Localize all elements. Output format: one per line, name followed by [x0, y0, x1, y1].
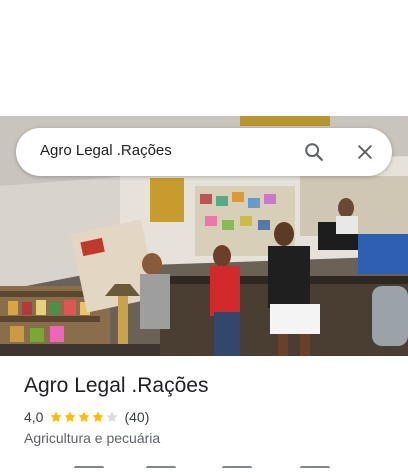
action-icon-partial [146, 466, 176, 472]
search-button[interactable] [302, 140, 326, 164]
clear-search-button[interactable] [353, 140, 377, 164]
action-buttons-row-partial [0, 466, 408, 472]
search-input[interactable]: Agro Legal .Rações [40, 142, 172, 159]
star-empty-icon [106, 411, 119, 423]
star-filled-icon [50, 411, 63, 423]
rating-stars [49, 410, 119, 424]
place-info-panel[interactable]: Agro Legal .Rações 4,0 (40) Agricultura … [24, 372, 394, 446]
star-filled-icon [92, 411, 105, 423]
action-icon-partial [300, 466, 330, 472]
rating-value: 4,0 [24, 409, 44, 425]
rating-row[interactable]: 4,0 (40) [24, 408, 149, 426]
search-bar[interactable]: Agro Legal .Rações [16, 128, 392, 176]
search-icon [305, 143, 323, 161]
map-top-area [0, 0, 408, 116]
close-icon [358, 145, 372, 159]
star-filled-icon [78, 411, 91, 423]
place-category: Agricultura e pecuária [24, 430, 161, 446]
action-icon-partial [74, 466, 104, 472]
action-icon-partial [222, 466, 252, 472]
review-count[interactable]: (40) [124, 409, 149, 425]
place-title: Agro Legal .Rações [24, 374, 209, 397]
star-filled-icon [64, 411, 77, 423]
